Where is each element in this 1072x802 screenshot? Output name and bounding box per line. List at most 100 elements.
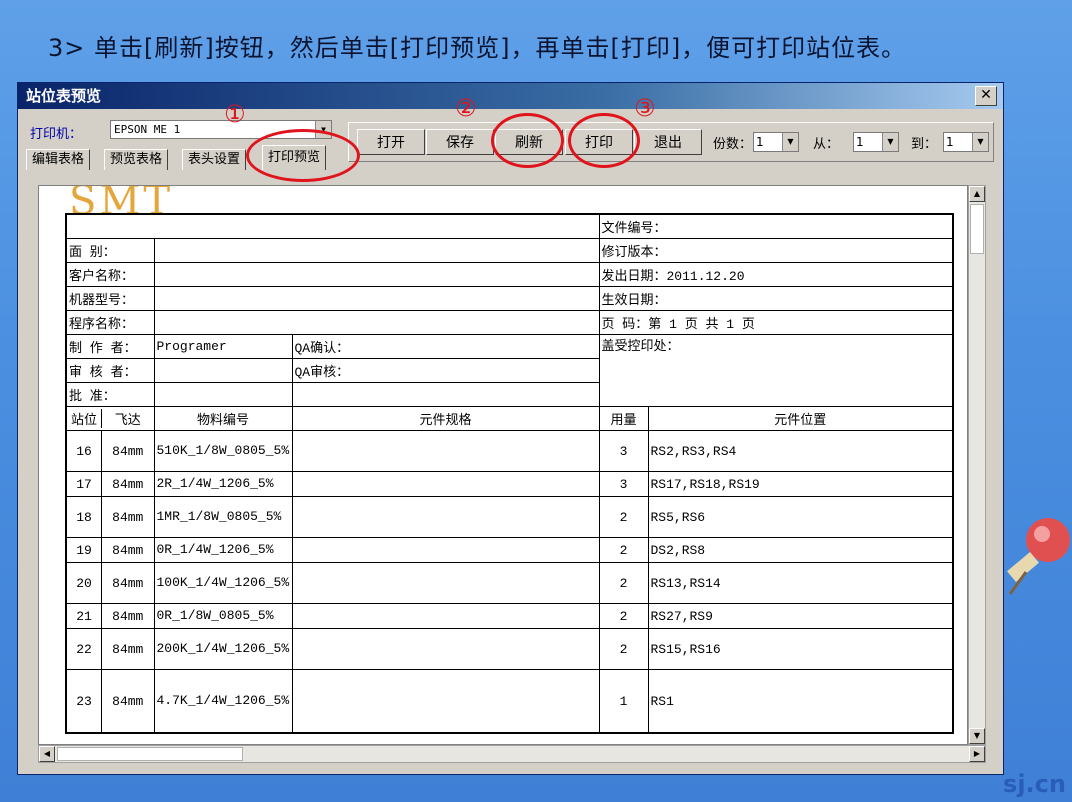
rows-body: 16 84mm 510K_1/8W_0805_5% 3 RS2,RS3,RS4 17 84m… [65,430,954,734]
cell-part: 0R_1/4W_1206_5% [153,537,293,563]
tab-edit-table[interactable]: 编辑表格 [26,149,91,170]
tab-print-preview[interactable]: 打印预览 [262,145,327,170]
page-info: 页 码：第 1 页 共 1 页 [598,310,954,335]
copies-label: 份数： [713,137,753,152]
cell-qty: 2 [598,496,649,538]
scroll-up-icon[interactable]: ▲ [969,186,985,202]
print-button[interactable]: 打印 [565,129,633,155]
print-preview-area[interactable]: SMT 文件编号： 面 别： 修订版本： 客户名称： 发出日期：2011.12.… [38,185,968,745]
save-button[interactable]: 保存 [426,129,494,155]
from-value: 1 [856,135,864,149]
cell-station: 20 [67,563,102,603]
cell-spec [291,562,600,604]
cell-qty: 3 [598,471,649,497]
header-station: 站位 [67,409,102,428]
scroll-thumb[interactable] [57,747,243,761]
cell-part: 100K_1/4W_1206_5% [153,562,293,604]
cell-part: 0R_1/8W_0805_5% [153,603,293,629]
cell-feeder: 84mm [112,693,144,709]
chevron-down-icon[interactable]: ▼ [882,133,898,151]
cell-part: 200K_1/4W_1206_5% [153,628,293,670]
chevron-down-icon[interactable]: ▼ [782,133,798,151]
toolbar: 打开 保存 刷新 打印 退出 份数： 1 ▼ 从： 1 ▼ 到： 1 ▼ [348,122,994,162]
cell-feeder: 84mm [112,509,144,525]
tab-header-settings[interactable]: 表头设置 [182,149,247,170]
cell-station: 22 [67,629,102,669]
exit-button[interactable]: 退出 [634,129,702,155]
printer-value: EPSON ME 1 [114,123,181,136]
cell-spec [291,471,600,497]
cell-position: RS5,RS6 [647,496,954,538]
to-select[interactable]: 1 ▼ [943,132,989,152]
from-select[interactable]: 1 ▼ [853,132,899,152]
scroll-left-icon[interactable]: ◀ [39,746,55,762]
stamp-area: 盖受控印处： [598,334,954,407]
annotation-1: ① [224,100,246,128]
to-label: 到： [911,137,938,152]
cell-part: 4.7K_1/4W_1206_5% [153,669,293,734]
copies-value: 1 [756,135,764,149]
cell-qty: 2 [598,537,649,563]
vertical-scrollbar[interactable]: ▲ ▼ [968,185,986,745]
header-position: 元件位置 [647,406,954,431]
station-table: 文件编号： 面 别： 修订版本： 客户名称： 发出日期：2011.12.20 机… [65,213,954,734]
close-button[interactable]: ✕ [975,86,997,106]
cell-position: RS17,RS18,RS19 [647,471,954,497]
cell-position: RS27,RS9 [647,603,954,629]
cell-station: 23 [67,670,102,732]
from-label: 从： [813,137,840,152]
cell-qty: 2 [598,628,649,670]
header-qty: 用量 [598,406,649,431]
table-row: 16 84mm 510K_1/8W_0805_5% 3 RS2,RS3,RS4 [65,430,954,472]
horizontal-scrollbar[interactable]: ◀ ▶ [38,745,986,763]
maker-label: 制 作 者： [65,334,155,359]
qa-review: QA审核： [291,358,600,383]
printer-label: 打印机： [30,127,83,142]
cell-feeder: 84mm [112,476,144,492]
cell-position: RS15,RS16 [647,628,954,670]
table-row: 22 84mm 200K_1/4W_1206_5% 2 RS15,RS16 [65,628,954,670]
cell-station: 17 [67,472,102,496]
revision: 修订版本： [598,238,954,263]
table-row: 20 84mm 100K_1/4W_1206_5% 2 RS13,RS14 [65,562,954,604]
scroll-down-icon[interactable]: ▼ [969,728,985,744]
table-row: 19 84mm 0R_1/4W_1206_5% 2 DS2,RS8 [65,537,954,563]
header-part: 物料编号 [153,406,293,431]
cell-station: 19 [67,538,102,562]
blank-cell [65,213,600,239]
open-button[interactable]: 打开 [357,129,425,155]
cell-position: RS13,RS14 [647,562,954,604]
chevron-down-icon[interactable]: ▼ [315,121,331,138]
cell-qty: 1 [598,669,649,734]
cell-spec [291,430,600,472]
printer-select[interactable]: EPSON ME 1 ▼ [110,120,332,139]
table-row: 21 84mm 0R_1/8W_0805_5% 2 RS27,RS9 [65,603,954,629]
copies-select[interactable]: 1 ▼ [753,132,799,152]
scroll-right-icon[interactable]: ▶ [969,746,985,762]
tab-preview-table[interactable]: 预览表格 [104,149,169,170]
cell-spec [291,628,600,670]
annotation-2: ② [455,94,477,122]
table-row: 17 84mm 2R_1/4W_1206_5% 3 RS17,RS18,RS19 [65,471,954,497]
face-label: 面 别： [65,238,155,263]
program-label: 程序名称： [65,310,155,335]
cell-qty: 2 [598,562,649,604]
cell-feeder: 84mm [112,608,144,624]
to-value: 1 [946,135,954,149]
cell-spec [291,669,600,734]
scroll-thumb[interactable] [970,204,984,254]
preview-window: 站位表预览 ✕ 打印机： EPSON ME 1 ▼ 编辑表格 预览表格 表头设置… [17,82,1004,775]
cell-feeder: 84mm [112,575,144,591]
cell-part: 1MR_1/8W_0805_5% [153,496,293,538]
qa-confirm: QA确认： [291,334,600,359]
refresh-button[interactable]: 刷新 [495,129,563,155]
cell-station: 21 [67,604,102,628]
cell-position: DS2,RS8 [647,537,954,563]
cell-feeder: 84mm [112,443,144,459]
cell-feeder: 84mm [112,542,144,558]
cell-spec [291,603,600,629]
reviewer-label: 审 核 者： [65,358,155,383]
chevron-down-icon[interactable]: ▼ [972,133,988,151]
maker-value: Programer [153,334,293,359]
cell-position: RS2,RS3,RS4 [647,430,954,472]
